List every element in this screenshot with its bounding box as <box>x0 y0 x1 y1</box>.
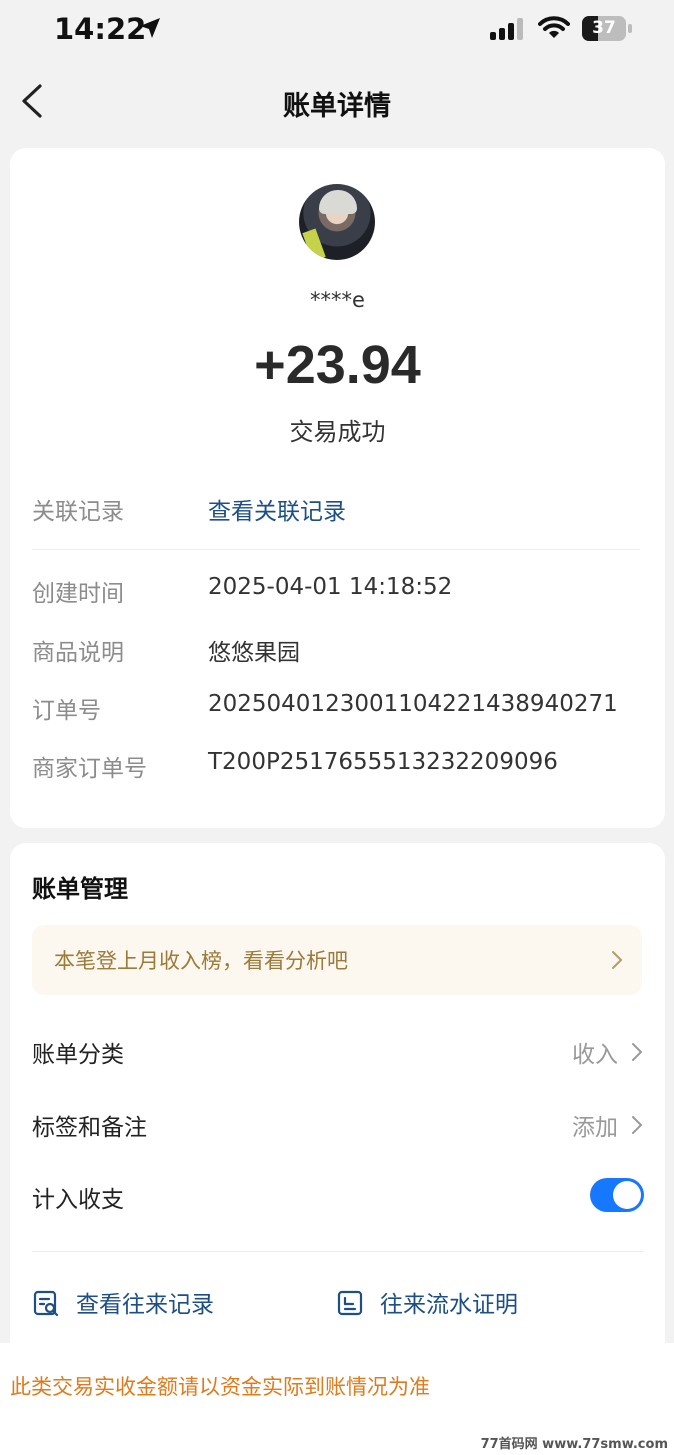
detail-value: T200P2517655513232209096 <box>208 749 558 775</box>
transaction-status: 交易成功 <box>289 418 386 446</box>
view-related-records-link[interactable]: 查看关联记录 <box>208 492 346 526</box>
transaction-proof-label: 往来流水证明 <box>380 1292 518 1318</box>
related-records-row: 关联记录 查看关联记录 <box>32 492 652 528</box>
include-in-budget-label: 计入收支 <box>32 1187 124 1213</box>
footer: 此类交易实收金额请以资金实际到账情况为准 77首码网 www.77smw.com <box>0 1343 674 1455</box>
page-title: 账单详情 <box>283 91 391 122</box>
detail-label: 订单号 <box>32 698 101 724</box>
location-arrow-icon <box>140 18 160 38</box>
watermark: 77首码网 www.77smw.com <box>480 1437 668 1452</box>
detail-label: 商品说明 <box>32 640 124 666</box>
document-icon <box>337 1290 363 1316</box>
detail-row-merchant-order: 商家订单号 T200P2517655513232209096 <box>32 749 652 785</box>
transaction-proof-button[interactable]: 往来流水证明 <box>336 1285 576 1321</box>
detail-row-product: 商品说明 悠悠果园 <box>32 633 652 669</box>
chevron-right-icon <box>632 1043 643 1061</box>
detail-label: 商家订单号 <box>32 756 147 782</box>
include-in-budget-toggle[interactable] <box>590 1178 644 1212</box>
bill-management-card: 账单管理 本笔登上月收入榜，看看分析吧 账单分类 收入 标签和备注 添加 计入收… <box>10 843 665 1343</box>
tip-text: 本笔登上月收入榜，看看分析吧 <box>54 949 348 973</box>
status-time: 14:22 <box>54 12 147 46</box>
record-search-icon <box>33 1290 59 1317</box>
battery-level-text: 37 <box>592 18 616 38</box>
detail-row-order-number: 订单号 2025040123001104221438940271 <box>32 691 652 727</box>
wifi-icon <box>538 16 570 38</box>
nav-bar: 账单详情 <box>0 62 674 142</box>
bill-summary-card: ****e +23.94 交易成功 关联记录 查看关联记录 创建时间 2025-… <box>10 148 665 828</box>
chevron-right-icon <box>612 951 623 969</box>
status-bar: 14:22 37 <box>0 0 674 62</box>
amount: +23.94 <box>254 335 421 395</box>
include-in-budget-row: 计入收支 <box>32 1178 644 1220</box>
related-records-label: 关联记录 <box>32 499 124 525</box>
divider <box>32 549 640 550</box>
bill-category-label: 账单分类 <box>32 1042 124 1068</box>
detail-row-created-time: 创建时间 2025-04-01 14:18:52 <box>32 574 652 610</box>
signal-icon <box>490 18 523 40</box>
divider <box>32 1251 644 1252</box>
detail-label: 创建时间 <box>32 581 124 607</box>
chevron-right-icon <box>632 1116 643 1134</box>
bill-category-value: 收入 <box>572 1042 618 1068</box>
battery-icon: 37 <box>582 16 632 41</box>
tags-notes-value: 添加 <box>572 1115 618 1141</box>
income-rank-tip[interactable]: 本笔登上月收入榜，看看分析吧 <box>32 925 642 995</box>
view-records-button[interactable]: 查看往来记录 <box>32 1285 272 1321</box>
detail-value: 2025040123001104221438940271 <box>208 691 618 717</box>
payer-name: ****e <box>310 288 365 312</box>
tags-notes-row[interactable]: 标签和备注 添加 <box>32 1108 644 1148</box>
detail-value: 2025-04-01 14:18:52 <box>208 574 453 600</box>
view-records-label: 查看往来记录 <box>76 1292 214 1318</box>
tags-notes-label: 标签和备注 <box>32 1115 147 1141</box>
section-title: 账单管理 <box>32 875 128 903</box>
bill-category-row[interactable]: 账单分类 收入 <box>32 1035 644 1075</box>
detail-value: 悠悠果园 <box>208 640 300 666</box>
amount-notice: 此类交易实收金额请以资金实际到账情况为准 <box>10 1375 430 1399</box>
avatar[interactable] <box>299 184 375 260</box>
